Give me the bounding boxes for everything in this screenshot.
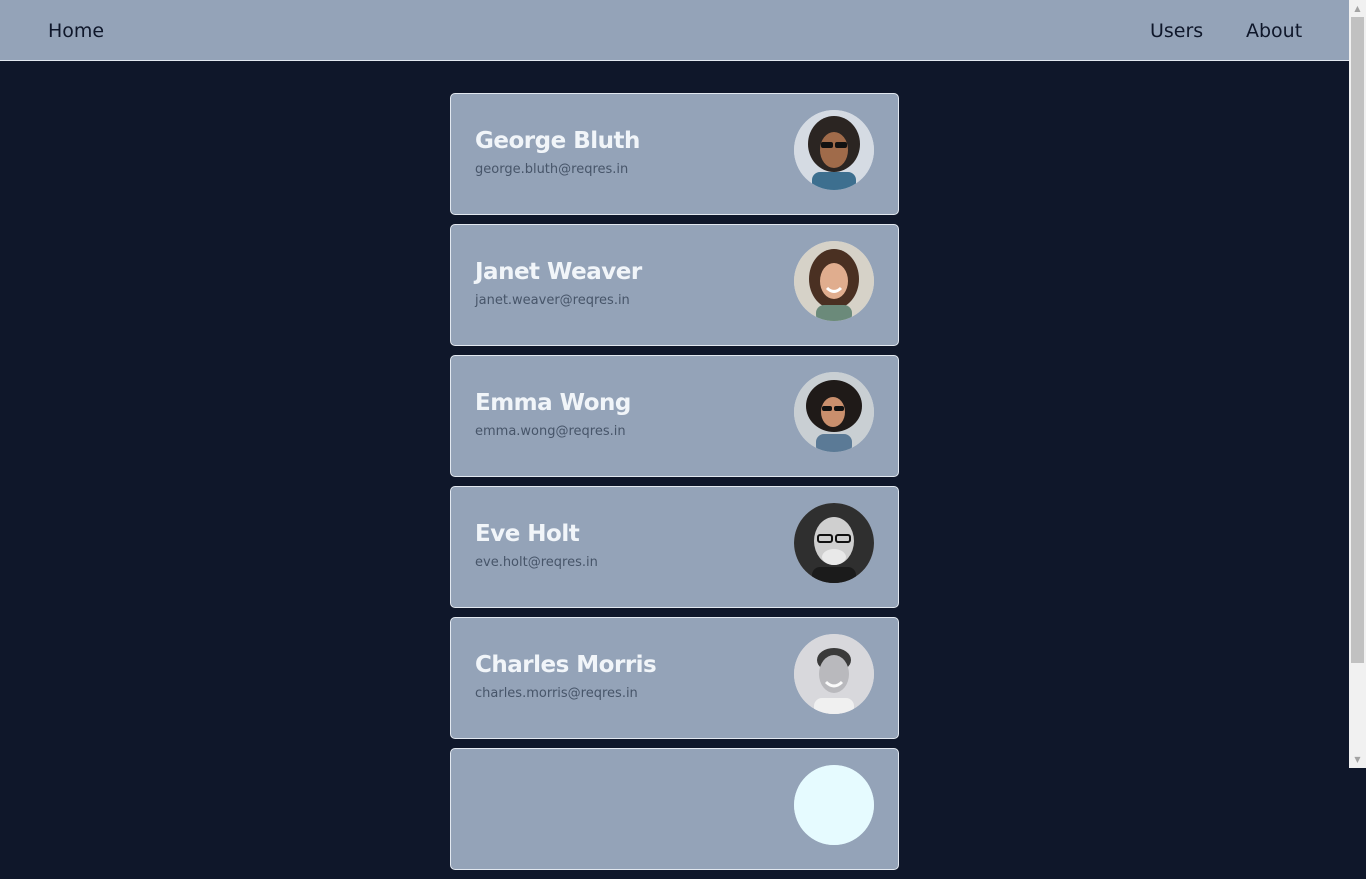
nav-home-link[interactable]: Home: [48, 18, 104, 44]
scroll-up-arrow-icon[interactable]: ▲: [1349, 0, 1366, 17]
user-card[interactable]: Emma Wong emma.wong@reqres.in: [450, 355, 899, 477]
user-email: emma.wong@reqres.in: [475, 424, 626, 439]
user-list: George Bluth george.bluth@reqres.in Jane…: [450, 93, 899, 879]
user-card[interactable]: Janet Weaver janet.weaver@reqres.in: [450, 224, 899, 346]
user-name: Janet Weaver: [475, 259, 642, 285]
user-name: Emma Wong: [475, 390, 631, 416]
vertical-scrollbar[interactable]: ▲ ▼: [1349, 0, 1366, 768]
scroll-down-arrow-icon[interactable]: ▼: [1349, 751, 1366, 768]
avatar-icon: [794, 372, 874, 452]
top-navbar: Home Users About: [0, 0, 1349, 61]
user-name: George Bluth: [475, 128, 640, 154]
user-email: eve.holt@reqres.in: [475, 555, 598, 570]
user-name: Eve Holt: [475, 521, 580, 547]
avatar-icon: [794, 503, 874, 583]
avatar-icon: [794, 634, 874, 714]
user-email: janet.weaver@reqres.in: [475, 293, 630, 308]
user-email: george.bluth@reqres.in: [475, 162, 629, 177]
avatar-icon: [794, 765, 874, 845]
user-name: Charles Morris: [475, 652, 657, 678]
scroll-thumb[interactable]: [1351, 17, 1364, 663]
avatar-icon: [794, 241, 874, 321]
user-email: charles.morris@reqres.in: [475, 686, 638, 701]
user-card[interactable]: Eve Holt eve.holt@reqres.in: [450, 486, 899, 608]
user-card[interactable]: George Bluth george.bluth@reqres.in: [450, 93, 899, 215]
avatar-icon: [794, 110, 874, 190]
user-card[interactable]: [450, 748, 899, 870]
nav-about-link[interactable]: About: [1246, 18, 1302, 44]
user-card[interactable]: Charles Morris charles.morris@reqres.in: [450, 617, 899, 739]
nav-users-link[interactable]: Users: [1150, 18, 1203, 44]
